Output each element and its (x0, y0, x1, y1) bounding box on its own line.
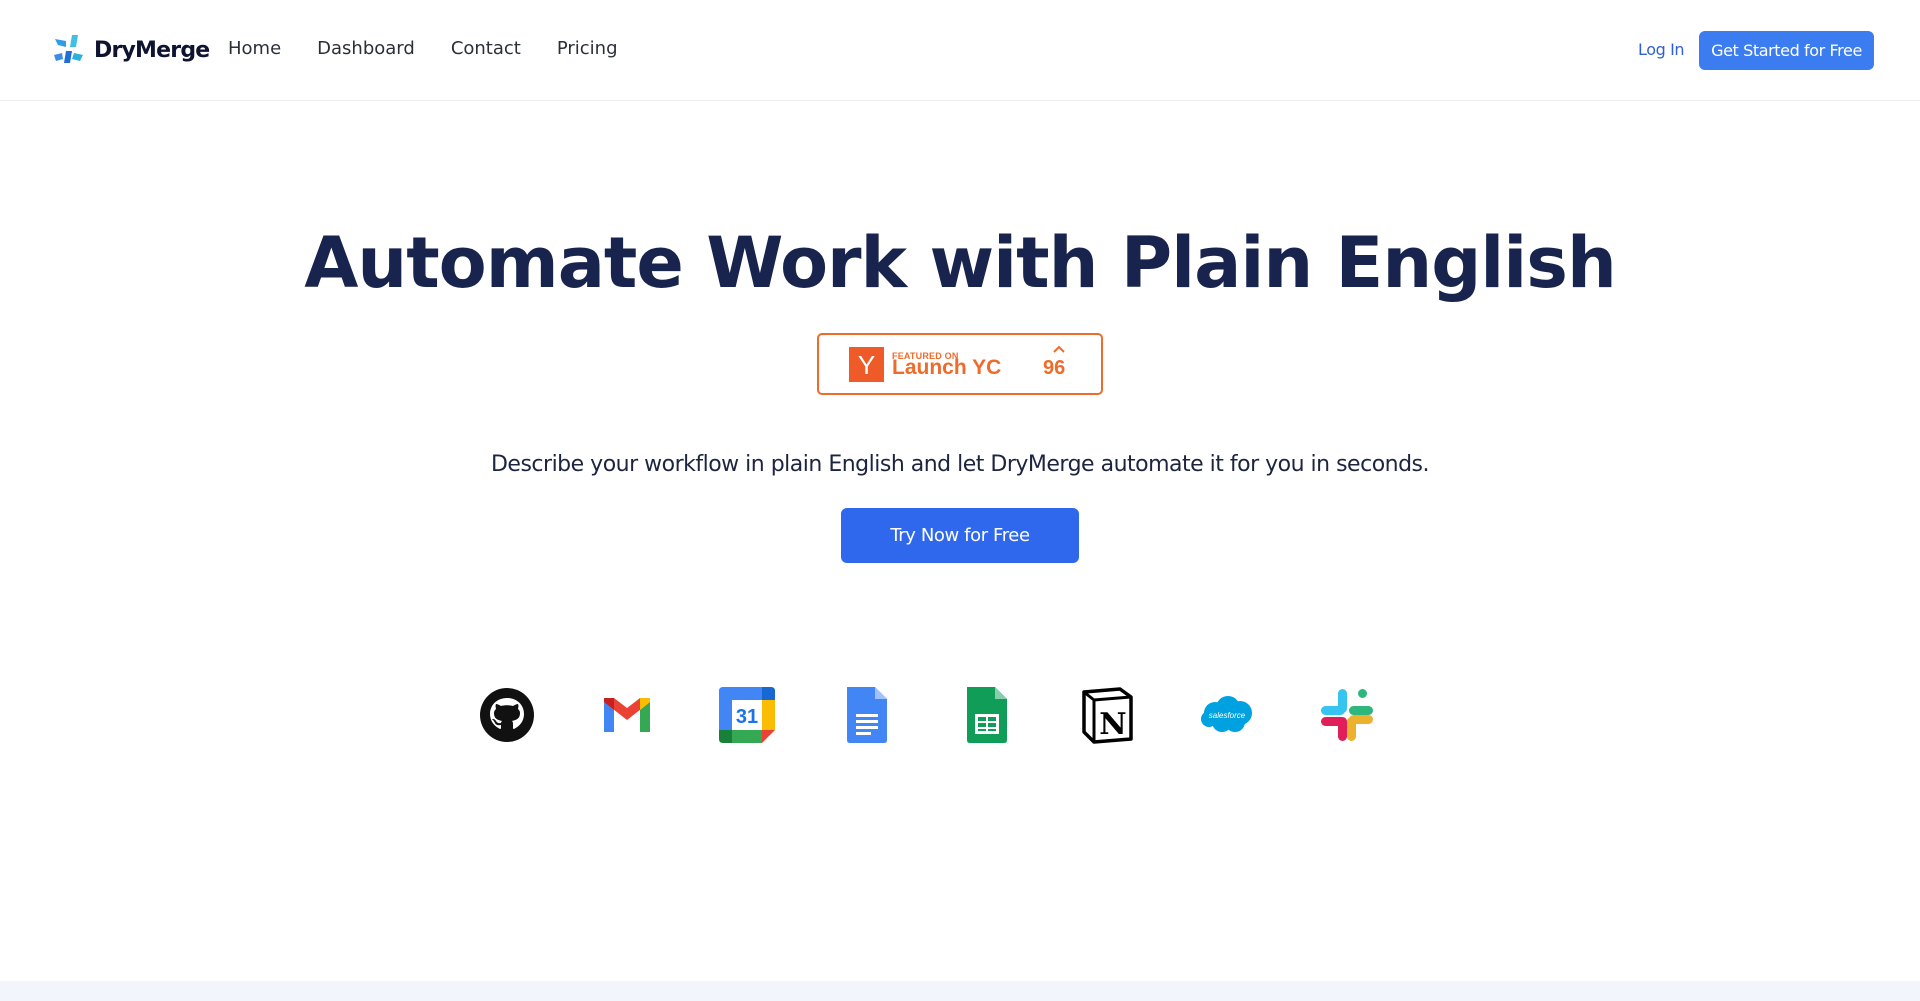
brand-name: DryMerge (94, 37, 210, 63)
integration-google-calendar: 31 (718, 686, 776, 744)
launch-yc-badge[interactable]: Y FEATURED ON Launch YC 96 (817, 333, 1103, 395)
google-calendar-icon: 31 (719, 687, 775, 743)
next-section-edge (0, 981, 1920, 1001)
notion-letter: N (1099, 707, 1126, 742)
slack-icon (1321, 689, 1373, 741)
integration-slack (1318, 686, 1376, 744)
yc-logo-icon: Y (849, 347, 884, 382)
google-docs-icon (847, 687, 887, 743)
brand-logo[interactable]: DryMerge (52, 32, 210, 68)
salesforce-wordmark: salesforce (1209, 711, 1246, 720)
notion-icon: N (1082, 687, 1133, 744)
yc-launch-name: Launch YC (892, 356, 1002, 379)
integration-github (478, 686, 536, 744)
main-nav: Home Dashboard Contact Pricing (228, 38, 654, 59)
integration-notion: N (1078, 686, 1136, 744)
try-now-button[interactable]: Try Now for Free (841, 508, 1079, 563)
drymerge-logo-icon (54, 35, 83, 63)
hero-title: Automate Work with Plain English (304, 222, 1617, 304)
yc-upvote-count: 96 (1043, 357, 1066, 379)
integration-salesforce: salesforce (1198, 686, 1256, 744)
gmail-icon (604, 698, 650, 732)
salesforce-icon: salesforce (1201, 696, 1252, 732)
nav-pricing[interactable]: Pricing (557, 38, 618, 59)
github-icon (480, 688, 534, 742)
integration-gmail (598, 686, 656, 744)
hero-subtitle: Describe your workflow in plain English … (490, 452, 1430, 477)
nav-home[interactable]: Home (228, 38, 281, 59)
integration-google-sheets (958, 686, 1016, 744)
calendar-date-label: 31 (736, 706, 758, 728)
integrations-row: 31 N salesforce (478, 686, 1442, 744)
upvote-arrow-icon (1053, 345, 1065, 353)
google-sheets-icon (967, 687, 1007, 743)
get-started-button[interactable]: Get Started for Free (1699, 31, 1874, 70)
nav-dashboard[interactable]: Dashboard (317, 38, 415, 59)
nav-contact[interactable]: Contact (451, 38, 521, 59)
site-header: DryMerge Home Dashboard Contact Pricing … (0, 0, 1920, 101)
integration-google-docs (838, 686, 896, 744)
login-link[interactable]: Log In (1638, 40, 1685, 59)
